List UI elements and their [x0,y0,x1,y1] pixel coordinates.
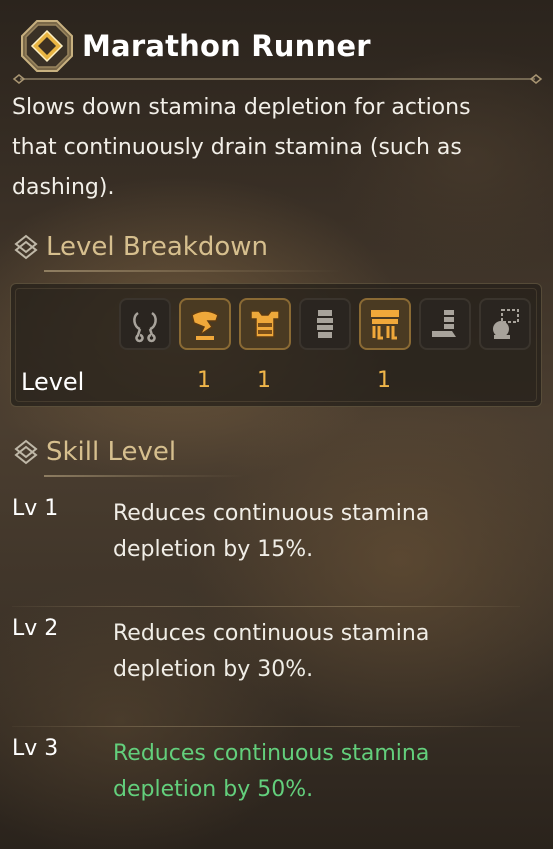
chest-armor-icon [239,298,291,350]
skill-level-header: Skill Level [12,437,176,467]
level-breakdown-header: Level Breakdown [12,232,268,262]
decoration-icon [479,298,531,350]
waist-level-value: 1 [377,368,391,393]
skill-level-title: Skill Level [46,437,177,467]
title-divider [8,70,547,84]
skill-level-description: Reduces continuous stamina depletion by … [113,501,430,562]
section-diamond-icon [14,234,38,260]
level-breakdown-title: Level Breakdown [46,232,268,262]
chest-level-value: 1 [257,368,271,393]
skill-level-name: Lv 3 [12,736,59,761]
waist-armor-icon [359,298,411,350]
skill-level-name: Lv 2 [12,616,59,641]
skill-level-name: Lv 1 [12,496,59,521]
skill-description: Slows down stamina depletion for actions… [12,95,471,200]
level-row-label: Level [21,368,85,396]
level-divider [12,726,520,727]
skill-diamond-icon [20,19,74,73]
helm-level-value: 1 [197,368,211,393]
skill-title: Marathon Runner [82,28,371,63]
section-underline [44,475,244,477]
arm-armor-icon [299,298,351,350]
skill-title-row: Marathon Runner [20,18,371,73]
section-underline [44,270,344,272]
section-diamond-icon [14,439,38,465]
level-divider [12,606,520,607]
helm-icon [179,298,231,350]
skill-detail-panel: Marathon Runner Slows down stamina deple… [0,0,553,849]
level-breakdown-table: Level 1 1 1 [10,283,542,407]
charm-icon [119,298,171,350]
skill-level-description: Reduces continuous stamina depletion by … [113,621,430,682]
skill-level-description-current: Reduces continuous stamina depletion by … [113,741,430,802]
leg-armor-icon [419,298,471,350]
